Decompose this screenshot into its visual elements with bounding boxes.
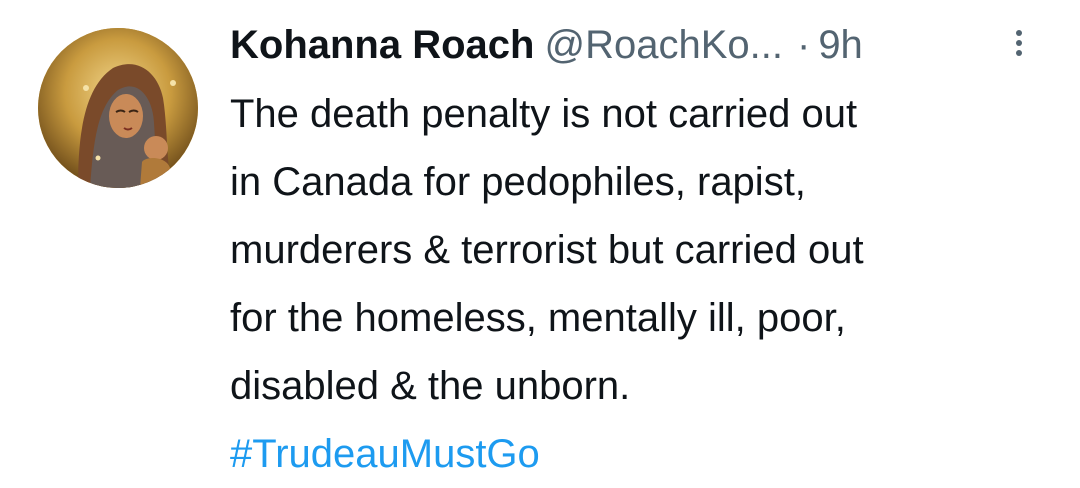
tweet-text: The death penalty is not carried out in …	[230, 80, 1050, 488]
timestamp[interactable]: 9h	[818, 23, 863, 68]
tweet-text-line: for the homeless, mentally ill, poor,	[230, 296, 846, 340]
more-vertical-icon[interactable]	[1012, 26, 1026, 66]
tweet-content: Kohanna Roach @RoachKo... · 9h The death…	[230, 18, 1050, 488]
separator-dot: ·	[796, 22, 811, 67]
tweet-header: Kohanna Roach @RoachKo... · 9h	[230, 18, 1050, 72]
tweet-text-line: The death penalty is not carried out	[230, 92, 858, 136]
more-dot	[1016, 40, 1022, 46]
tweet-text-line: in Canada for pedophiles, rapist,	[230, 160, 806, 204]
author-handle[interactable]: @RoachKo...	[544, 23, 783, 68]
more-dot	[1016, 50, 1022, 56]
tweet[interactable]: Kohanna Roach @RoachKo... · 9h The death…	[0, 0, 1080, 488]
avatar-image	[38, 28, 198, 188]
avatar[interactable]	[38, 28, 198, 188]
hashtag-link[interactable]: #TrudeauMustGo	[230, 420, 1050, 488]
more-dot	[1016, 30, 1022, 36]
tweet-text-line: disabled & the unborn.	[230, 364, 631, 408]
tweet-text-line: murderers & terrorist but carried out	[230, 228, 864, 272]
author-name[interactable]: Kohanna Roach	[230, 23, 534, 68]
